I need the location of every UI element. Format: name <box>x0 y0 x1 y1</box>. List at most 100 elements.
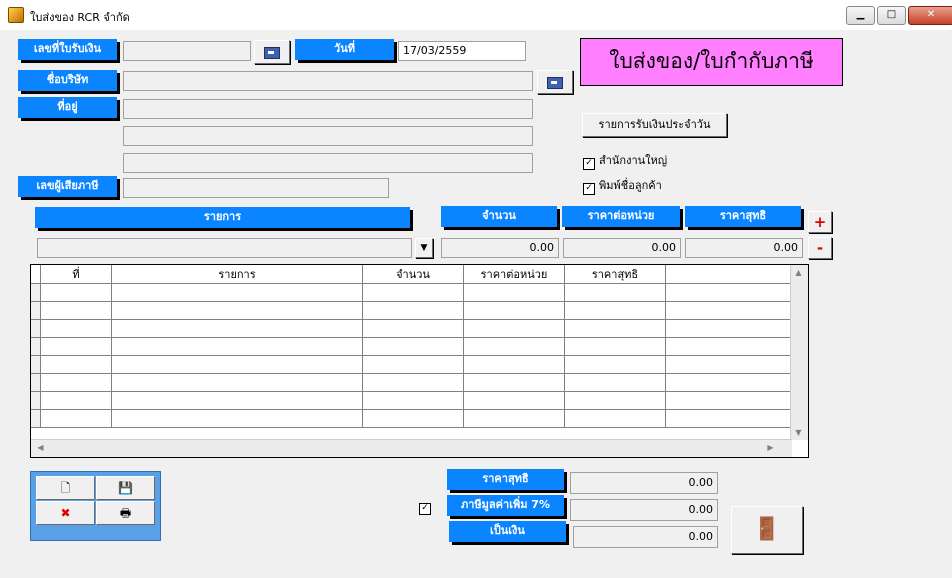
address-line-1[interactable] <box>123 99 533 119</box>
table-row[interactable] <box>31 283 791 302</box>
add-row-button[interactable]: + <box>808 211 832 233</box>
table-cell[interactable] <box>111 283 363 302</box>
table-cell[interactable] <box>665 337 791 356</box>
table-cell[interactable] <box>564 319 666 338</box>
table-cell[interactable] <box>463 319 565 338</box>
table-cell[interactable] <box>111 301 363 320</box>
exit-button[interactable]: 🚪 <box>731 506 803 554</box>
new-button[interactable]: 🗋 <box>36 476 95 500</box>
find-receipt-button[interactable] <box>254 40 290 64</box>
table-cell[interactable] <box>111 355 363 374</box>
head-office-checkbox[interactable]: ✓ สำนักงานใหญ่ <box>583 151 667 170</box>
row-selector[interactable] <box>31 355 41 374</box>
item-select[interactable] <box>37 238 412 258</box>
address-line-2[interactable] <box>123 126 533 146</box>
table-cell[interactable] <box>665 355 791 374</box>
table-cell[interactable] <box>111 319 363 338</box>
table-cell[interactable] <box>564 373 666 392</box>
table-cell[interactable] <box>463 301 565 320</box>
table-cell[interactable] <box>40 283 112 302</box>
table-cell[interactable] <box>362 301 464 320</box>
grid-vertical-scrollbar[interactable]: ▲ ▼ <box>790 265 808 440</box>
table-row[interactable] <box>31 373 791 392</box>
row-selector[interactable] <box>31 301 41 320</box>
table-cell[interactable] <box>564 409 666 428</box>
table-cell[interactable] <box>665 283 791 302</box>
row-selector[interactable] <box>31 391 41 410</box>
table-cell[interactable] <box>665 301 791 320</box>
company-field[interactable] <box>123 71 533 91</box>
table-cell[interactable] <box>463 409 565 428</box>
table-cell[interactable] <box>111 337 363 356</box>
unit-price-field[interactable]: 0.00 <box>563 238 681 258</box>
table-cell[interactable] <box>40 355 112 374</box>
table-cell[interactable] <box>463 337 565 356</box>
row-selector[interactable] <box>31 409 41 428</box>
maximize-button[interactable]: □ <box>877 6 906 25</box>
table-cell[interactable] <box>40 373 112 392</box>
table-cell[interactable] <box>665 319 791 338</box>
receipt-no-field[interactable] <box>123 41 251 61</box>
table-cell[interactable] <box>362 391 464 410</box>
scroll-right-arrow-icon[interactable]: ▶ <box>763 440 778 455</box>
table-cell[interactable] <box>362 355 464 374</box>
table-cell[interactable] <box>362 409 464 428</box>
table-cell[interactable] <box>362 283 464 302</box>
row-selector[interactable] <box>31 373 41 392</box>
table-cell[interactable] <box>463 391 565 410</box>
table-cell[interactable] <box>564 337 666 356</box>
row-selector[interactable] <box>31 283 41 302</box>
checkbox-tick[interactable]: ✓ <box>583 183 595 195</box>
print-button[interactable]: 🖶 <box>96 501 155 525</box>
daily-receipts-button[interactable]: รายการรับเงินประจำวัน <box>582 113 727 137</box>
col-header-net-price[interactable]: ราคาสุทธิ <box>564 265 666 284</box>
checkbox-tick[interactable]: ✓ <box>419 503 431 515</box>
vat-checkbox[interactable]: ✓ <box>419 499 435 515</box>
table-cell[interactable] <box>564 301 666 320</box>
col-header-extra[interactable] <box>665 265 791 284</box>
table-cell[interactable] <box>463 283 565 302</box>
table-cell[interactable] <box>665 409 791 428</box>
table-cell[interactable] <box>111 391 363 410</box>
items-grid[interactable]: ที่ รายการ จำนวน ราคาต่อหน่วย ราคาสุทธิ … <box>30 264 809 458</box>
col-header-qty[interactable]: จำนวน <box>362 265 464 284</box>
table-row[interactable] <box>31 301 791 320</box>
table-row[interactable] <box>31 355 791 374</box>
table-cell[interactable] <box>111 409 363 428</box>
table-row[interactable] <box>31 319 791 338</box>
table-cell[interactable] <box>40 319 112 338</box>
table-cell[interactable] <box>362 319 464 338</box>
table-row[interactable] <box>31 409 791 428</box>
grid-horizontal-scrollbar[interactable]: ◀ ▶ <box>31 439 792 457</box>
table-cell[interactable] <box>665 373 791 392</box>
table-cell[interactable] <box>362 337 464 356</box>
row-selector[interactable] <box>31 319 41 338</box>
remove-row-button[interactable]: - <box>808 237 832 259</box>
close-button[interactable]: ✕ <box>908 6 952 25</box>
net-price-field[interactable]: 0.00 <box>685 238 803 258</box>
scroll-down-arrow-icon[interactable]: ▼ <box>791 425 806 440</box>
print-customer-checkbox[interactable]: ✓ พิมพ์ชื่อลูกค้า <box>583 176 662 195</box>
delete-button[interactable]: ✖ <box>36 501 95 525</box>
tax-id-field[interactable] <box>123 178 389 198</box>
qty-field[interactable]: 0.00 <box>441 238 559 258</box>
save-button[interactable]: 💾 <box>96 476 155 500</box>
find-company-button[interactable] <box>537 70 573 94</box>
col-header-item[interactable]: รายการ <box>111 265 363 284</box>
table-row[interactable] <box>31 337 791 356</box>
checkbox-tick[interactable]: ✓ <box>583 158 595 170</box>
table-cell[interactable] <box>564 355 666 374</box>
table-cell[interactable] <box>40 337 112 356</box>
col-header-unit-price[interactable]: ราคาต่อหน่วย <box>463 265 565 284</box>
table-cell[interactable] <box>40 409 112 428</box>
table-cell[interactable] <box>111 373 363 392</box>
table-cell[interactable] <box>564 391 666 410</box>
table-cell[interactable] <box>564 283 666 302</box>
table-cell[interactable] <box>362 373 464 392</box>
table-row[interactable] <box>31 391 791 410</box>
table-cell[interactable] <box>463 373 565 392</box>
col-header-no[interactable]: ที่ <box>40 265 112 284</box>
date-field[interactable]: 17/03/2559 <box>398 41 526 61</box>
table-cell[interactable] <box>40 301 112 320</box>
scroll-up-arrow-icon[interactable]: ▲ <box>791 265 806 280</box>
